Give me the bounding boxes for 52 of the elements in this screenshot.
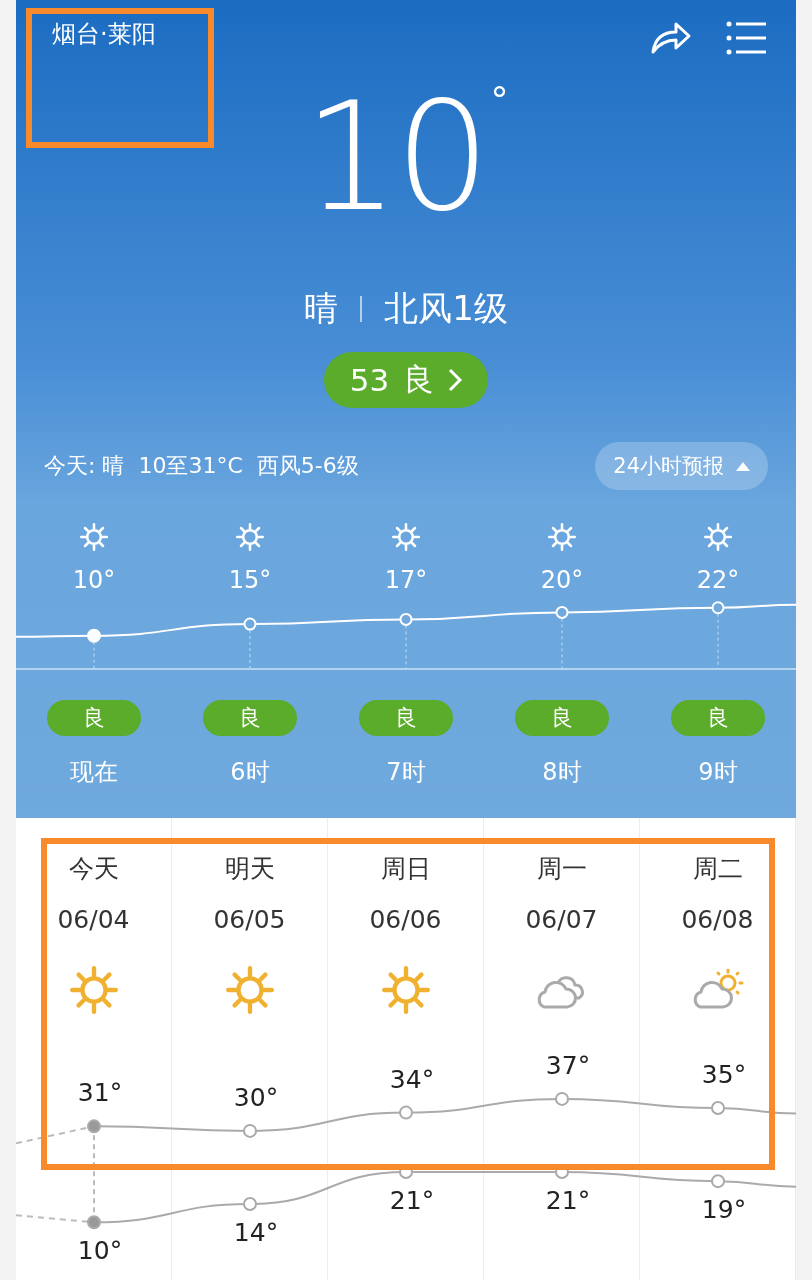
day-date: 06/06 [369,905,442,934]
air-quality-badge: 良 [203,700,297,736]
location-name: 烟台·莱阳 [52,19,156,50]
high-temperature: 30° [232,1082,280,1112]
hourly-temperature: 20° [540,566,584,594]
share-icon[interactable] [650,20,692,56]
low-temperature: 21° [388,1186,436,1215]
day-name: 周一 [536,853,587,885]
day-date: 06/08 [681,905,754,934]
high-temperature: 35° [700,1060,748,1090]
day-name: 周日 [380,853,431,885]
day-name: 周二 [692,853,743,885]
hour-label: 7时 [386,757,426,788]
forecast-toggle-button[interactable]: 24小时预报 [595,442,768,490]
hourly-temperature: 22° [696,566,740,594]
hourly-temperature: 15° [228,566,272,594]
low-temperature: 19° [700,1195,748,1225]
air-quality-badge: 良 [515,700,609,736]
sun-icon [233,520,267,554]
current-temperature: 10 [303,82,487,232]
air-quality-badge: 良 [359,700,453,736]
wind-info: 北风1级 [384,287,508,330]
day-date: 06/07 [525,905,598,934]
sun-icon [77,520,111,554]
low-temperature: 14° [232,1218,280,1247]
day-date: 06/05 [213,905,286,934]
sun-icon [701,520,735,554]
hour-label: 9时 [698,757,738,788]
high-temperature: 31° [76,1078,124,1108]
day-name: 今天 [68,853,119,885]
degree-symbol: ° [490,82,509,118]
day-date: 06/04 [57,905,130,934]
day-name: 明天 [224,853,275,885]
low-temperature: 21° [544,1186,592,1215]
today-summary: 今天: 晴 10至31°C 西风5-6级 [44,452,359,480]
air-quality-badge: 良 [671,700,765,736]
weather-condition: 晴 [304,287,339,330]
menu-icon[interactable] [726,21,766,55]
air-quality-badge: 良 [47,700,141,736]
hourly-temperature: 17° [384,566,428,594]
hour-label: 8时 [542,757,582,788]
high-temperature: 37° [544,1050,592,1080]
triangle-up-icon [736,461,750,471]
sun-icon [545,520,579,554]
low-temperature: 10° [76,1236,124,1266]
sun-icon [389,520,423,554]
hour-label: 6时 [230,757,270,788]
hourly-temperature: 10° [72,566,116,594]
air-quality-button[interactable]: 53 良 [323,352,489,408]
chevron-right-icon [448,368,463,392]
hour-label: 现在 [70,757,118,788]
high-temperature: 34° [388,1064,436,1094]
